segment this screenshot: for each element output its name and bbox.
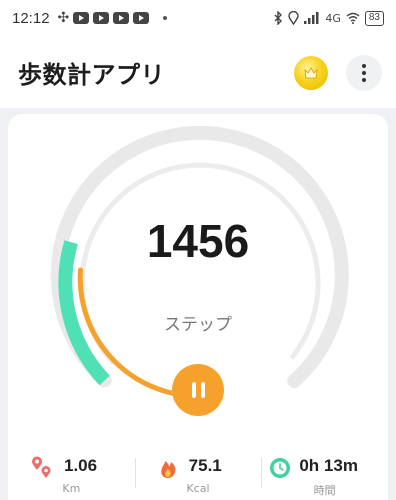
distance-unit: Km bbox=[62, 482, 81, 495]
stats-row: 1.06 Km 75.1 Kcal 0h 13m 時間 bbox=[8, 450, 388, 500]
system-icons: 4G 83 bbox=[273, 10, 384, 26]
wifi-icon bbox=[346, 12, 360, 24]
calories-unit: Kcal bbox=[186, 482, 210, 495]
battery-icon: 83 bbox=[364, 10, 384, 26]
slack-icon: ✣ bbox=[57, 10, 70, 26]
signal-icon bbox=[304, 12, 319, 24]
more-dot-icon bbox=[362, 78, 366, 82]
time-stat: 0h 13m 時間 bbox=[261, 450, 388, 500]
app-header: 歩数計アプリ bbox=[0, 36, 396, 108]
premium-button[interactable] bbox=[294, 56, 328, 90]
fire-icon bbox=[160, 461, 176, 478]
youtube-icon bbox=[93, 12, 110, 24]
distance-stat: 1.06 Km bbox=[8, 450, 135, 500]
calories-value: 75.1 bbox=[188, 456, 222, 475]
bluetooth-icon bbox=[274, 11, 283, 25]
page-title: 歩数計アプリ bbox=[18, 60, 165, 89]
pause-button[interactable] bbox=[172, 364, 224, 416]
time-unit: 時間 bbox=[313, 484, 336, 497]
step-label: ステップ bbox=[164, 315, 232, 335]
youtube-icon bbox=[133, 12, 150, 24]
distance-value: 1.06 bbox=[64, 456, 98, 475]
network-type: 4G bbox=[325, 11, 341, 25]
youtube-icon bbox=[113, 12, 130, 24]
crown-icon bbox=[304, 67, 318, 79]
step-tracker-card: 1456 ステップ 1.06 Km 75.1 Kcal 0h 13m 時間 bbox=[8, 114, 388, 500]
clock-icon bbox=[270, 458, 291, 478]
status-time: 12:12 bbox=[12, 9, 50, 27]
step-count: 1456 bbox=[146, 215, 250, 267]
calories-stat: 75.1 Kcal bbox=[134, 450, 262, 500]
time-value: 0h 13m bbox=[299, 456, 358, 475]
notification-dot-icon bbox=[163, 16, 168, 20]
status-bar: 12:12 ✣ 4G 83 bbox=[0, 0, 396, 36]
more-dot-icon bbox=[362, 71, 366, 75]
youtube-icon bbox=[73, 12, 90, 24]
notification-icons: ✣ bbox=[58, 10, 168, 26]
pause-bar-icon bbox=[191, 382, 196, 398]
location-icon bbox=[288, 11, 300, 25]
pause-bar-icon bbox=[200, 382, 205, 398]
location-pins-icon bbox=[32, 456, 51, 478]
more-options-button[interactable] bbox=[346, 55, 382, 91]
more-dot-icon bbox=[362, 64, 366, 68]
